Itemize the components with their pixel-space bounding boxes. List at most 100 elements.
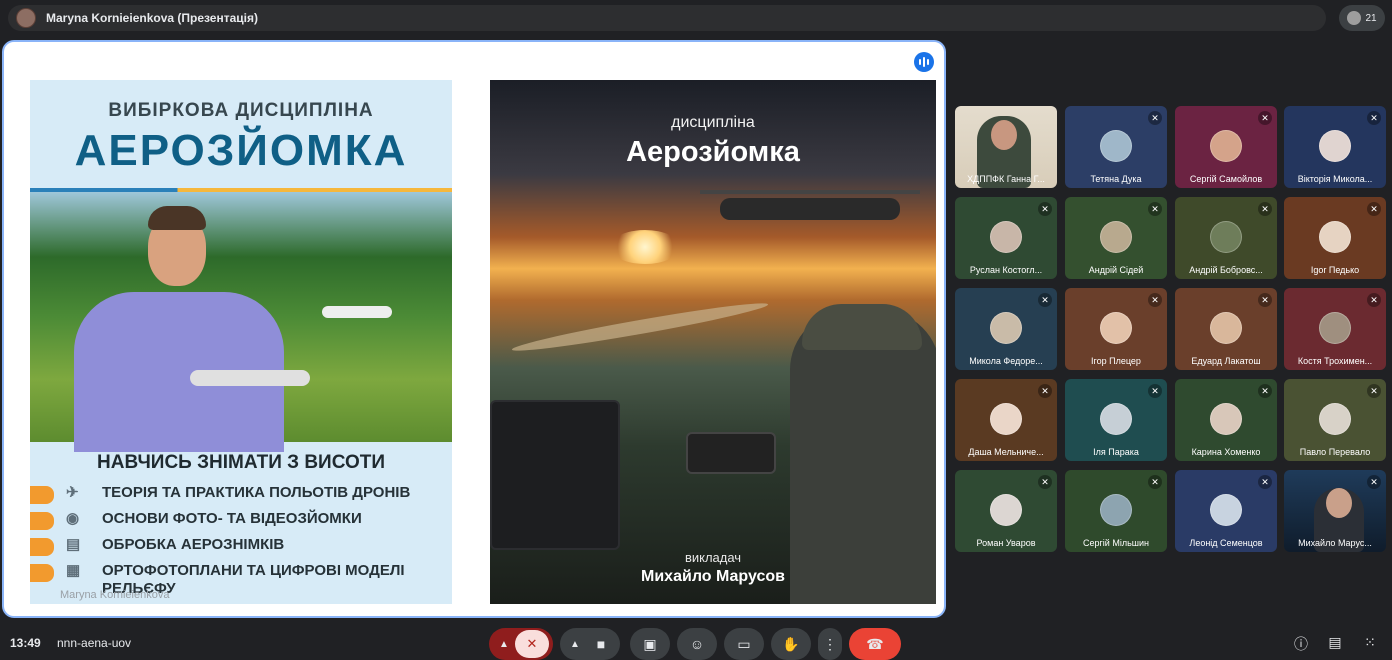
participant-tile[interactable]: ✕ Андрій Бобровс... (1175, 197, 1277, 279)
avatar (990, 312, 1022, 344)
chevron-up-icon[interactable]: ▲ (564, 639, 586, 650)
avatar (1319, 312, 1351, 344)
topic-text: ТЕОРІЯ ТА ПРАКТИКА ПОЛЬОТІВ ДРОНІВ (102, 484, 411, 501)
drone-case-image (490, 400, 620, 550)
camera-icon: ◉ (66, 510, 80, 527)
topics-list: ✈ ТЕОРІЯ ТА ПРАКТИКА ПОЛЬОТІВ ДРОНІВ ◉ ОСН… (30, 484, 452, 598)
avatar (1100, 403, 1132, 435)
people-count: 21 (1365, 12, 1377, 24)
avatar (1210, 221, 1242, 253)
people-button[interactable]: 21 (1339, 5, 1385, 31)
audio-level-icon (914, 52, 934, 72)
participant-tile[interactable]: ✕ Ігор Плецер (1065, 288, 1167, 370)
reactions-button[interactable]: ☺ (677, 628, 717, 660)
participant-tile[interactable]: ✕ Тетяна Дука (1065, 106, 1167, 188)
participant-name: Тетяна Дука (1090, 174, 1142, 184)
right-poster-subtitle: дисципліна (671, 114, 755, 131)
participant-tile[interactable]: ✕ Михайло Марус... (1284, 470, 1386, 552)
info-icon[interactable]: ⓘ (1291, 634, 1311, 654)
participant-name: Вікторія Микола... (1297, 174, 1373, 184)
left-poster: ВИБІРКОВА ДИСЦИПЛІНА АЕРОЗЙОМКА НАВЧИСЬ … (30, 80, 452, 604)
participant-tile[interactable]: ✕ Карина Хоменко (1175, 379, 1277, 461)
drone-icon: ✈ (66, 484, 79, 501)
avatar (1100, 312, 1132, 344)
participant-name: Андрій Сідей (1088, 265, 1144, 275)
chat-icon[interactable]: ▤ (1325, 634, 1345, 654)
drone-image (190, 370, 310, 386)
participant-tile[interactable]: ✕ Леонід Семенцов (1175, 470, 1277, 552)
list-item: ▤ ОБРОБКА АЕРОЗНІМКІВ (30, 536, 452, 562)
present-button[interactable]: ▣ (630, 628, 670, 660)
participant-name: Руслан Костогл... (969, 265, 1043, 275)
avatar (1210, 130, 1242, 162)
raise-hand-button[interactable]: ✋ (771, 628, 811, 660)
participant-name: Роман Уваров (976, 538, 1036, 548)
people-icon (1347, 11, 1362, 25)
presenter-name-label: Maryna Kornieienkova (60, 589, 170, 601)
participant-name: Андрій Бобровс... (1189, 265, 1263, 275)
mic-off-icon: ✕ (1258, 111, 1272, 125)
participant-tile[interactable]: ✕ Костя Трохимен... (1284, 288, 1386, 370)
map-icon: ▦ (66, 562, 81, 579)
participant-name: ХДППФК Ганна Г... (967, 174, 1045, 184)
mic-off-icon: ✕ (1038, 293, 1052, 307)
mic-off-icon: ✕ (1148, 293, 1162, 307)
avatar (1100, 494, 1132, 526)
participant-name: Даша Мельниче... (968, 447, 1044, 457)
microphone-control[interactable]: ▲ ✕ (489, 628, 553, 660)
left-poster-subtitle: ВИБІРКОВА ДИСЦИПЛІНА (108, 100, 374, 121)
topic-text: ОСНОВИ ФОТО- ТА ВІДЕОЗЙОМКИ (102, 510, 362, 527)
participant-name: Леонід Семенцов (1189, 538, 1263, 548)
captions-button[interactable]: ▭ (724, 628, 764, 660)
controller-image (686, 432, 776, 474)
mic-off-icon: ✕ (1148, 111, 1162, 125)
participant-tile[interactable]: ✕ Роман Уваров (955, 470, 1057, 552)
chevron-up-icon[interactable]: ▲ (493, 639, 515, 650)
participant-tile[interactable]: ✕ Павло Перевало (1284, 379, 1386, 461)
avatar (1210, 494, 1242, 526)
mic-off-icon: ✕ (1258, 384, 1272, 398)
mic-off-icon[interactable]: ✕ (515, 630, 549, 658)
activities-icon[interactable]: ⁙ (1360, 634, 1380, 654)
avatar (1210, 312, 1242, 344)
list-item: ✈ ТЕОРІЯ ТА ПРАКТИКА ПОЛЬОТІВ ДРОНІВ (30, 484, 452, 510)
hang-up-icon: ☎ (866, 635, 884, 652)
participant-tile[interactable]: ✕ Руслан Костогл... (955, 197, 1057, 279)
participant-name: Павло Перевало (1299, 447, 1371, 457)
participant-tile[interactable]: ✕ Igor Педько (1284, 197, 1386, 279)
right-poster-title: Аерозйомка (626, 136, 800, 168)
participant-tile[interactable]: ✕ Едуард Лакатош (1175, 288, 1277, 370)
mic-off-icon: ✕ (1148, 475, 1162, 489)
participant-name: Микола Федоре... (969, 356, 1043, 366)
presenter-avatar (16, 8, 36, 28)
present-screen-icon: ▣ (643, 635, 657, 652)
mic-off-icon: ✕ (1258, 475, 1272, 489)
more-options-button[interactable]: ⋮ (818, 628, 842, 660)
participant-name: Костя Трохимен... (1297, 356, 1373, 366)
participant-tile[interactable]: ✕ Даша Мельниче... (955, 379, 1057, 461)
mic-off-icon: ✕ (1258, 202, 1272, 216)
participant-name: Ігор Плецер (1091, 356, 1141, 366)
avatar (1100, 130, 1132, 162)
avatar (1100, 221, 1132, 253)
leave-call-button[interactable]: ☎ (849, 628, 901, 660)
participant-tile[interactable]: ✕ Сергій Мільшин (1065, 470, 1167, 552)
meeting-code: nnn-aena-uov (57, 636, 132, 650)
participant-tile[interactable]: ХДППФК Ганна Г... (955, 106, 1057, 188)
lecturer-photo (30, 192, 452, 452)
participant-tile[interactable]: ✕ Микола Федоре... (955, 288, 1057, 370)
camera-control[interactable]: ▲ ■ (560, 628, 620, 660)
captions-icon: ▭ (737, 635, 751, 652)
mic-off-icon: ✕ (1367, 475, 1381, 489)
mic-off-icon: ✕ (1367, 384, 1381, 398)
participant-tile[interactable]: ✕ Сергій Самойлов (1175, 106, 1277, 188)
emoji-icon: ☺ (689, 636, 705, 652)
camera-icon[interactable]: ■ (586, 636, 616, 652)
participant-tile[interactable]: ✕ Іля Парака (1065, 379, 1167, 461)
hand-icon: ✋ (782, 635, 800, 652)
participant-tile[interactable]: ✕ Вікторія Микола... (1284, 106, 1386, 188)
topic-text: ОБРОБКА АЕРОЗНІМКІВ (102, 536, 285, 553)
participant-tile[interactable]: ✕ Андрій Сідей (1065, 197, 1167, 279)
participant-name: Іля Парака (1093, 447, 1139, 457)
list-item: ◉ ОСНОВИ ФОТО- ТА ВІДЕОЗЙОМКИ (30, 510, 452, 536)
